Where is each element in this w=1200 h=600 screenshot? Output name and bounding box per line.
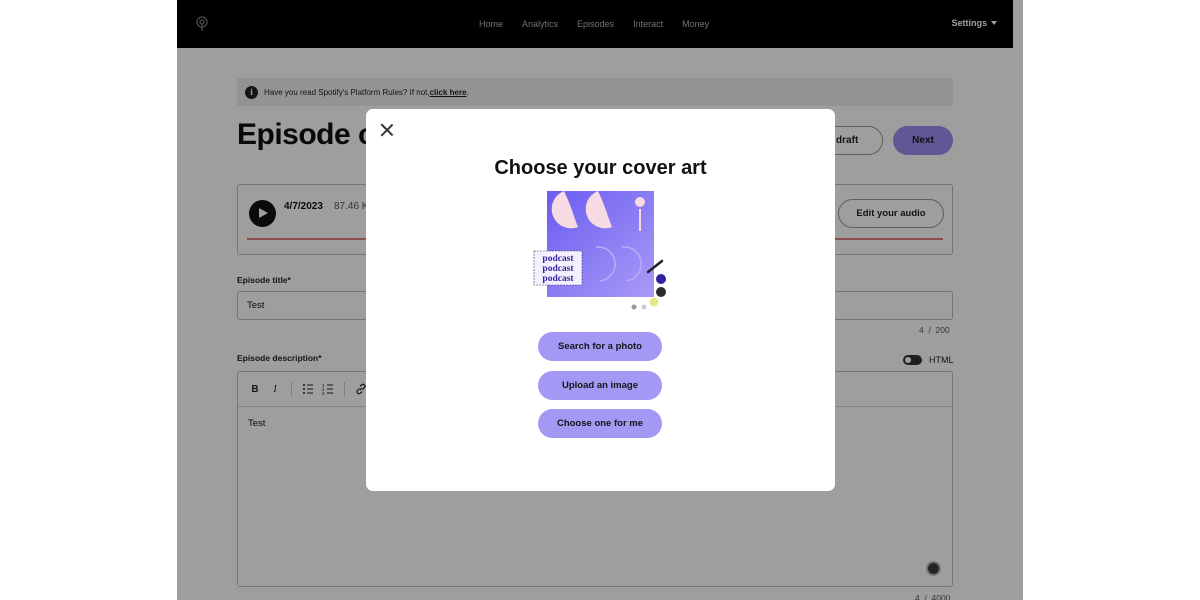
choose-for-me-button[interactable]: Choose one for me [538, 409, 662, 438]
art-text-line-1: podcast [542, 254, 574, 264]
search-photo-button[interactable]: Search for a photo [538, 332, 662, 361]
art-text-line-2: podcast [542, 264, 574, 274]
close-icon[interactable] [378, 121, 396, 139]
dialog-title: Choose your cover art [494, 157, 707, 179]
cover-art-illustration: podcast podcast podcast [533, 191, 666, 310]
art-text-line-3: podcast [542, 274, 574, 284]
upload-image-button[interactable]: Upload an image [538, 371, 662, 400]
cover-art-dialog: Choose your cover art podcast podcast po… [366, 109, 835, 491]
